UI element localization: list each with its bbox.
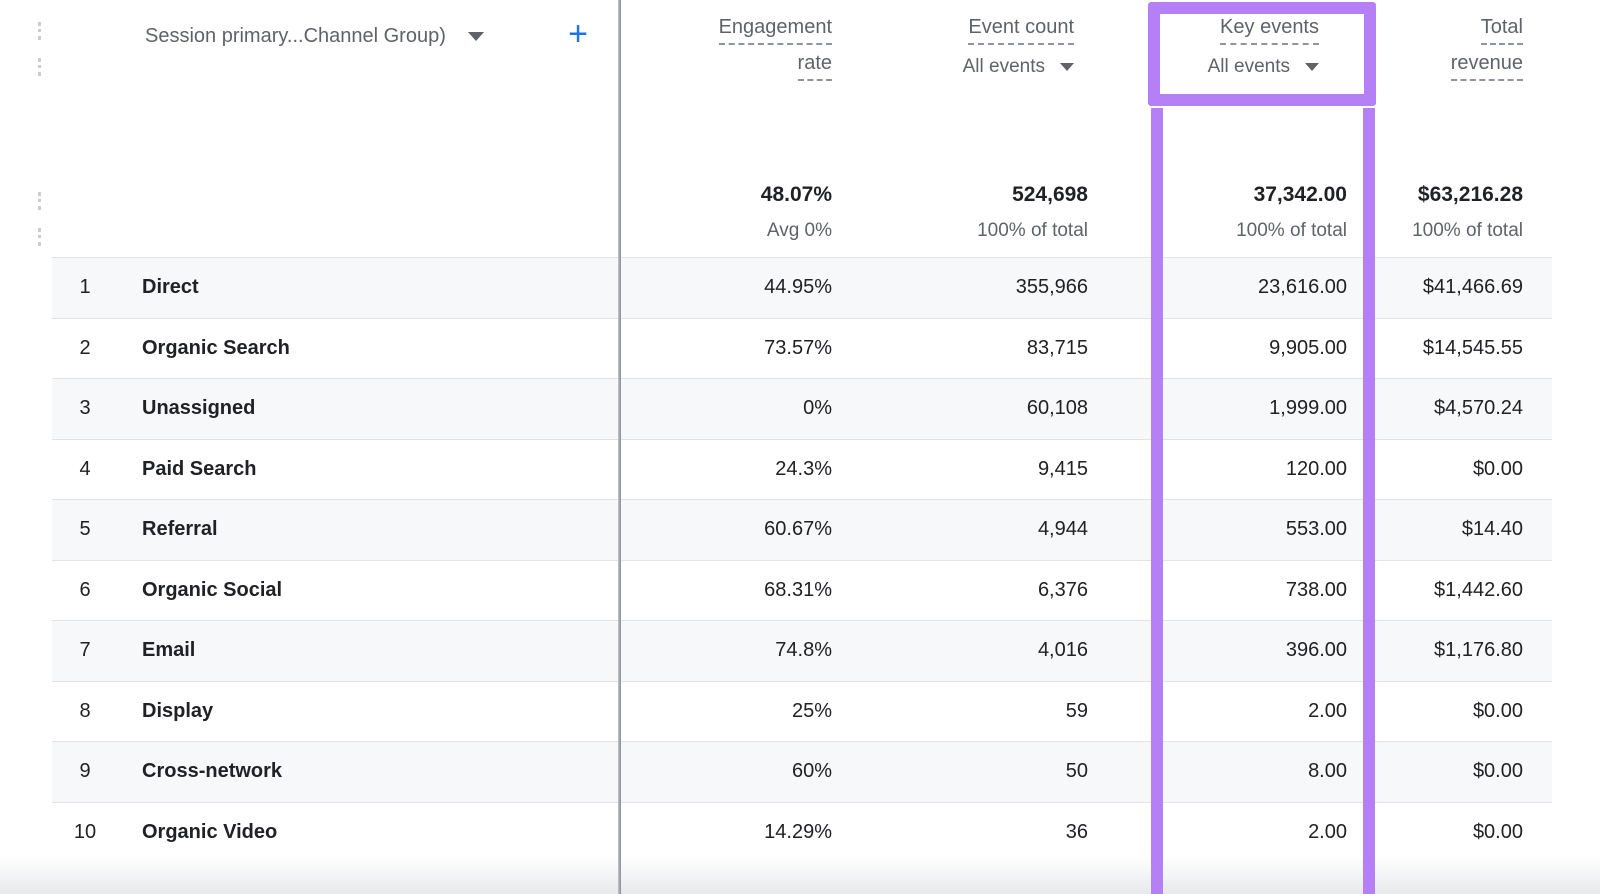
total-revenue-value: $0.00 [1363,742,1552,802]
total-sublabel: 100% of total [848,219,1088,243]
total-engagement-rate: 48.07% Avg 0% [620,182,848,243]
engagement-rate-value: 68.31% [620,561,848,621]
row-index: 1 [52,258,118,318]
engagement-rate-value: 24.3% [620,440,848,500]
engagement-rate-value: 25% [620,682,848,742]
total-revenue-value: $0.00 [1363,682,1552,742]
column-label[interactable]: rate [798,52,832,81]
event-count-value: 355,966 [848,258,1104,318]
engagement-rate-value: 44.95% [620,258,848,318]
key-events-column-highlight [1151,108,1375,894]
event-count-value: 4,944 [848,500,1104,560]
total-value: $63,216.28 [1363,182,1523,208]
engagement-rate-value: 0% [620,379,848,439]
left-edge-fragment [38,22,41,40]
row-index: 9 [52,742,118,802]
filter-label: All events [963,55,1045,79]
channel-name: Display [118,682,620,742]
row-index: 5 [52,500,118,560]
event-count-value: 59 [848,682,1104,742]
total-value: 524,698 [848,182,1088,208]
total-revenue-value: $4,570.24 [1363,379,1552,439]
left-edge-fragment [38,58,41,76]
total-revenue-value: $14.40 [1363,500,1552,560]
total-revenue-value: $0.00 [1363,440,1552,500]
event-count-filter[interactable]: All events [963,55,1074,79]
channel-name: Organic Search [118,319,620,379]
left-edge-fragment [38,192,41,210]
total-revenue: $63,216.28 100% of total [1363,182,1552,243]
event-count-value: 4,016 [848,621,1104,681]
total-value: 48.07% [620,182,832,208]
column-label[interactable]: revenue [1451,52,1523,81]
analytics-report-table: Session primary...Channel Group) + Engag… [0,0,1600,894]
total-sublabel: 100% of total [1363,219,1523,243]
event-count-value: 60,108 [848,379,1104,439]
chevron-down-icon [1060,63,1074,71]
total-revenue-value: $0.00 [1363,803,1552,863]
engagement-rate-value: 14.29% [620,803,848,863]
channel-name: Organic Video [118,803,620,863]
channel-name: Referral [118,500,620,560]
total-revenue-value: $1,176.80 [1363,621,1552,681]
row-index: 8 [52,682,118,742]
channel-name: Email [118,621,620,681]
column-label[interactable]: Total [1481,16,1523,45]
column-label[interactable]: Engagement [719,16,832,45]
total-sublabel: Avg 0% [620,219,832,243]
row-index: 2 [52,319,118,379]
engagement-rate-value: 73.57% [620,319,848,379]
channel-name: Paid Search [118,440,620,500]
engagement-rate-value: 74.8% [620,621,848,681]
event-count-value: 50 [848,742,1104,802]
channel-name: Unassigned [118,379,620,439]
dimension-metrics-divider [618,0,621,894]
row-index: 4 [52,440,118,500]
column-label[interactable]: Event count [968,16,1074,45]
channel-name: Cross-network [118,742,620,802]
row-index: 7 [52,621,118,681]
total-event-count: 524,698 100% of total [848,182,1104,243]
column-header-engagement-rate: Engagement rate [620,16,848,88]
channel-name: Organic Social [118,561,620,621]
row-index: 10 [52,803,118,863]
row-index: 3 [52,379,118,439]
column-header-total-revenue: Total revenue [1363,16,1552,88]
engagement-rate-value: 60.67% [620,500,848,560]
channel-name: Direct [118,258,620,318]
total-revenue-value: $41,466.69 [1363,258,1552,318]
total-revenue-value: $1,442.60 [1363,561,1552,621]
event-count-value: 9,415 [848,440,1104,500]
event-count-value: 36 [848,803,1104,863]
total-revenue-value: $14,545.55 [1363,319,1552,379]
column-header-event-count: Event count All events [848,16,1104,88]
left-edge-fragment [38,228,41,246]
row-index: 6 [52,561,118,621]
event-count-value: 6,376 [848,561,1104,621]
engagement-rate-value: 60% [620,742,848,802]
key-events-header-highlight [1148,2,1376,106]
event-count-value: 83,715 [848,319,1104,379]
